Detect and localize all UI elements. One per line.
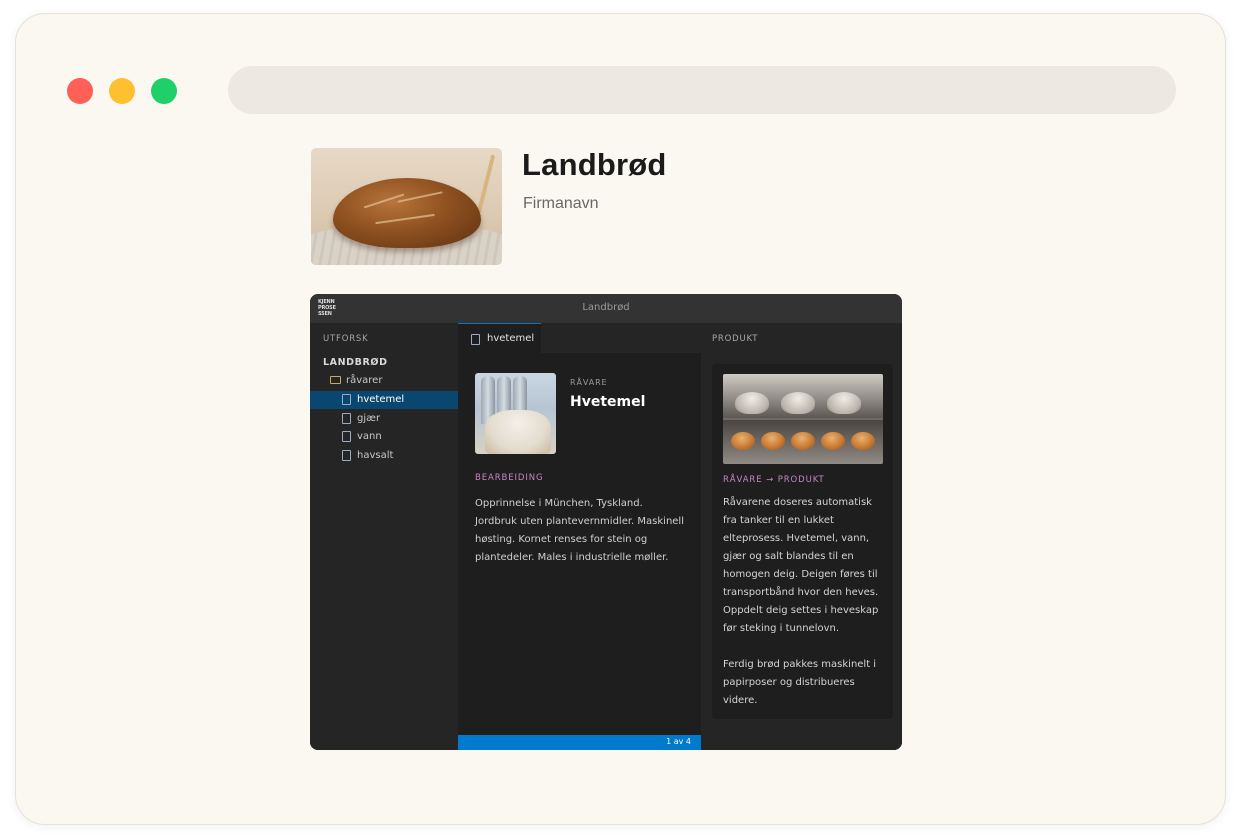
address-bar[interactable] — [228, 66, 1176, 114]
panel-heading: PRODUKT — [712, 334, 759, 344]
file-label: havsalt — [357, 450, 394, 461]
product-image — [311, 148, 502, 265]
folder-label: råvarer — [346, 375, 383, 386]
bread-loaf — [333, 178, 481, 248]
status-bar: 1 av 4 — [458, 735, 701, 750]
mixer-bowl — [735, 392, 769, 414]
section-label: BEARBEIDING — [475, 473, 544, 483]
wheat-decoration — [476, 154, 496, 214]
bread-roll — [731, 432, 755, 450]
file-icon — [342, 413, 351, 424]
editor-pane: hvetemel RÅVARE Hvetemel BEARBEIDING Opp… — [458, 323, 701, 750]
mixer-bowl — [781, 392, 815, 414]
editor-tabs: hvetemel — [458, 323, 701, 353]
company-name: Firmanavn — [523, 195, 599, 212]
mixer-bowl — [827, 392, 861, 414]
bread-roll — [821, 432, 845, 450]
app-title: Landbrød — [582, 302, 630, 313]
product-panel: PRODUKT RÅVARE → PRODUKT Råvarene dosere… — [701, 323, 902, 750]
file-label: gjær — [357, 413, 381, 424]
file-icon — [342, 431, 351, 442]
sidebar-heading: UTFORSK — [323, 334, 369, 344]
file-label: vann — [357, 431, 382, 442]
minimize-window-button[interactable] — [109, 78, 135, 104]
flour-sack — [485, 410, 551, 454]
process-description: Råvarene doseres automatisk fra tanker t… — [723, 497, 879, 706]
close-window-button[interactable] — [67, 78, 93, 104]
file-hvetemel[interactable]: hvetemel — [310, 391, 458, 409]
embedded-app-window: KJENN PROSE SSEN Landbrød UTFORSK LANDBR… — [310, 294, 902, 750]
ingredient-kicker: RÅVARE — [570, 378, 608, 387]
ingredient-heading: Hvetemel — [570, 394, 646, 410]
file-icon — [342, 450, 351, 461]
explorer-sidebar: UTFORSK LANDBRØD råvarer hvetemel gjær v… — [310, 323, 458, 750]
production-image — [723, 374, 883, 464]
file-gjaer[interactable]: gjær — [310, 410, 458, 428]
file-label: hvetemel — [357, 394, 405, 405]
folder-icon — [330, 376, 341, 384]
file-icon — [342, 394, 351, 405]
process-label: RÅVARE → PRODUKT — [723, 475, 825, 485]
tab-hvetemel[interactable]: hvetemel — [458, 323, 541, 353]
process-card: RÅVARE → PRODUKT Råvarene doseres automa… — [712, 364, 893, 719]
bread-roll — [761, 432, 785, 450]
browser-window: Landbrød Firmanavn KJENN PROSE SSEN Land… — [15, 13, 1226, 825]
ingredient-description: Opprinnelse i München, Tyskland. Jordbru… — [475, 498, 684, 563]
tab-label: hvetemel — [487, 333, 535, 344]
product-title: Landbrød — [522, 147, 667, 182]
bread-roll — [851, 432, 875, 450]
file-havsalt[interactable]: havsalt — [310, 447, 458, 465]
file-icon — [471, 334, 480, 345]
app-titlebar: KJENN PROSE SSEN Landbrød — [310, 294, 902, 323]
folder-raavarer[interactable]: råvarer — [310, 372, 458, 390]
maximize-window-button[interactable] — [151, 78, 177, 104]
project-root[interactable]: LANDBRØD — [323, 357, 388, 368]
page-indicator: 1 av 4 — [666, 737, 691, 746]
bread-roll — [791, 432, 815, 450]
ingredient-image — [475, 373, 556, 454]
file-vann[interactable]: vann — [310, 428, 458, 446]
